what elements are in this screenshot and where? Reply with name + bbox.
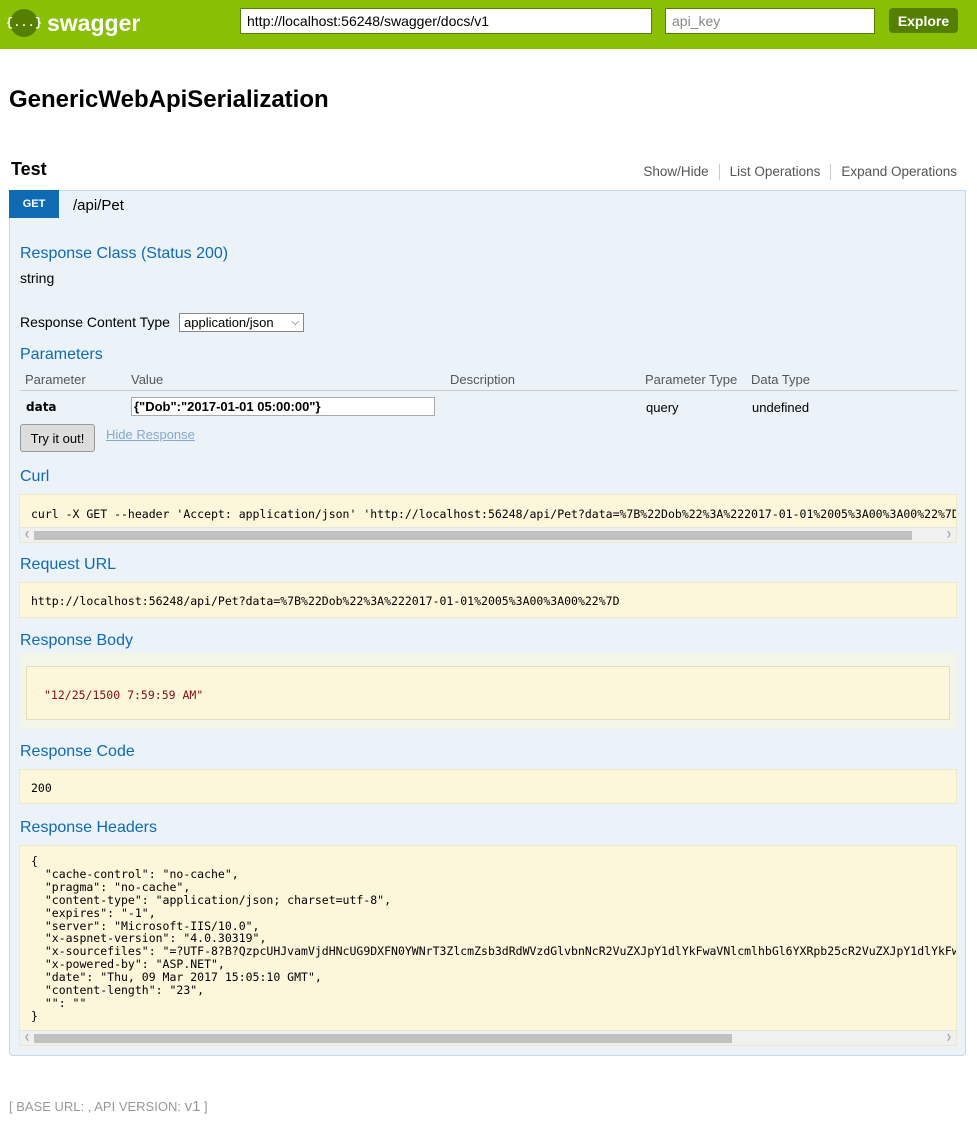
table-divider xyxy=(20,390,958,391)
curl-scroll-thumb[interactable] xyxy=(34,531,912,540)
content-type-select[interactable]: application/json ⌵ xyxy=(179,313,304,332)
operation-panel: GET /api/Pet Response Class (Status 200)… xyxy=(9,190,966,1056)
scroll-left-icon[interactable]: ❮ xyxy=(20,1031,34,1045)
response-headers: { "cache-control": "no-cache", "pragma":… xyxy=(31,854,956,1023)
response-body: "12/25/1500 7:59:59 AM" xyxy=(44,688,204,702)
request-url-block: http://localhost:56248/api/Pet?data=%7B%… xyxy=(19,582,957,618)
swagger-logo-icon: {...} xyxy=(6,9,42,37)
response-code-block: 200 xyxy=(19,769,957,804)
show-hide-link[interactable]: Show/Hide xyxy=(633,164,718,180)
headers-scrollbar[interactable]: ❮ ❯ xyxy=(20,1030,956,1045)
api-version: v1 xyxy=(184,1098,201,1115)
api-key-input[interactable] xyxy=(665,8,875,34)
response-class-title: Response Class (Status 200) xyxy=(20,245,229,262)
param-type: query xyxy=(646,400,679,415)
param-value-input[interactable] xyxy=(131,397,435,416)
footer-prefix: [ BASE URL: , API VERSION: xyxy=(9,1099,185,1114)
scroll-left-icon[interactable]: ❮ xyxy=(20,528,34,542)
brand-name: swagger xyxy=(47,9,141,36)
request-url-title: Request URL xyxy=(20,556,117,573)
response-code: 200 xyxy=(31,781,52,795)
headers-scroll-thumb[interactable] xyxy=(34,1034,732,1043)
footer-info: [ BASE URL: , API VERSION: v1 ] xyxy=(9,1098,208,1115)
param-header-type: Parameter Type xyxy=(645,372,738,387)
expand-operations-link[interactable]: Expand Operations xyxy=(830,164,957,180)
content-type-label: Response Content Type xyxy=(20,314,170,330)
page-title: GenericWebApiSerialization xyxy=(9,86,329,113)
http-method-badge[interactable]: GET xyxy=(9,190,59,218)
try-it-out-button[interactable]: Try it out! xyxy=(20,424,95,452)
swagger-logo[interactable]: {...} swagger xyxy=(6,9,141,37)
explore-button[interactable]: Explore xyxy=(889,8,958,33)
scroll-right-icon[interactable]: ❯ xyxy=(942,528,956,542)
operation-path[interactable]: /api/Pet xyxy=(73,197,124,214)
response-body-wrapper: "12/25/1500 7:59:59 AM" xyxy=(19,653,957,729)
resource-links: Show/Hide List Operations Expand Operati… xyxy=(633,164,957,180)
curl-scrollbar[interactable]: ❮ ❯ xyxy=(20,527,956,542)
param-name: data xyxy=(26,400,57,414)
param-header-value: Value xyxy=(131,372,164,387)
hide-response-link[interactable]: Hide Response xyxy=(106,427,195,442)
curl-command: curl -X GET --header 'Accept: applicatio… xyxy=(31,507,957,521)
content-type-value: application/json xyxy=(184,315,274,330)
param-header-data-type: Data Type xyxy=(751,372,811,387)
list-operations-link[interactable]: List Operations xyxy=(718,164,831,180)
footer-suffix: ] xyxy=(200,1099,208,1114)
scroll-right-icon[interactable]: ❯ xyxy=(942,1031,956,1045)
resource-name[interactable]: Test xyxy=(11,159,47,180)
response-headers-block: { "cache-control": "no-cache", "pragma":… xyxy=(19,845,957,1046)
response-class-type: string xyxy=(20,270,55,286)
chevron-down-icon: ⌵ xyxy=(291,317,299,328)
param-header-description: Description xyxy=(450,372,516,387)
top-bar: {...} swagger Explore xyxy=(0,0,977,49)
response-body-block: "12/25/1500 7:59:59 AM" xyxy=(26,666,950,720)
param-header-parameter: Parameter xyxy=(25,372,86,387)
request-url: http://localhost:56248/api/Pet?data=%7B%… xyxy=(31,594,620,608)
curl-title: Curl xyxy=(20,468,50,485)
curl-block: curl -X GET --header 'Accept: applicatio… xyxy=(19,494,957,543)
response-code-title: Response Code xyxy=(20,743,135,760)
param-data-type: undefined xyxy=(752,400,810,415)
spec-url-input[interactable] xyxy=(240,8,652,34)
response-headers-title: Response Headers xyxy=(20,819,157,836)
parameters-title: Parameters xyxy=(20,346,103,363)
response-body-title: Response Body xyxy=(20,632,133,649)
operation-heading[interactable]: GET /api/Pet xyxy=(9,190,965,219)
